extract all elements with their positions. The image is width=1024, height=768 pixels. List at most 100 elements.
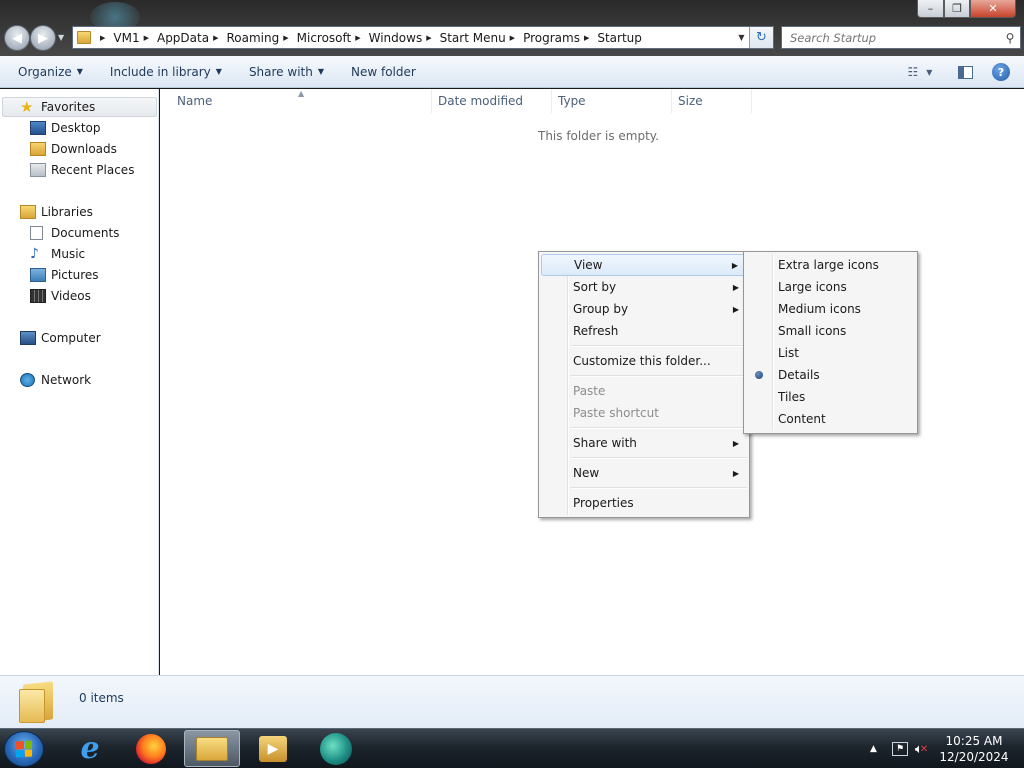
column-header-type[interactable]: Type — [552, 89, 672, 113]
back-button[interactable]: ◀ — [4, 25, 30, 51]
column-header-name[interactable]: Name — [160, 89, 432, 113]
menu-item-refresh[interactable]: Refresh — [541, 320, 747, 342]
taskbar-windows-explorer[interactable] — [184, 730, 240, 767]
breadcrumb-vm1[interactable]: VM1 — [113, 31, 139, 45]
music-icon: ♪ — [30, 246, 39, 262]
view-option-small-icons[interactable]: Small icons — [746, 320, 915, 342]
menu-item-share-with[interactable]: Share with ▶ — [541, 432, 747, 454]
taskbar-media-player[interactable]: ▶ — [245, 730, 301, 767]
chevron-right-icon[interactable]: ▶ — [100, 34, 105, 42]
nav-favorites-label: Favorites — [41, 100, 96, 114]
nav-desktop[interactable]: Desktop — [30, 118, 101, 138]
menu-item-customize-folder[interactable]: Customize this folder... — [541, 350, 747, 372]
view-option-large-icons[interactable]: Large icons — [746, 276, 915, 298]
view-option-content[interactable]: Content — [746, 408, 915, 430]
nav-videos[interactable]: Videos — [30, 286, 91, 306]
refresh-button[interactable]: ↻ — [749, 27, 773, 48]
breadcrumb-roaming[interactable]: Roaming — [226, 31, 279, 45]
breadcrumb-microsoft[interactable]: Microsoft — [297, 31, 352, 45]
nav-documents[interactable]: Documents — [30, 223, 119, 243]
tray-volume[interactable]: 🔈︎ ✕ — [915, 729, 928, 768]
view-submenu: Extra large icons Large icons Medium ico… — [743, 251, 918, 434]
include-in-library-button[interactable]: Include in library ▼ — [101, 65, 231, 79]
start-button[interactable] — [4, 731, 44, 767]
nav-recent-places[interactable]: Recent Places — [30, 160, 134, 180]
menu-item-sort-by[interactable]: Sort by ▶ — [541, 276, 747, 298]
minimize-button[interactable]: – — [917, 0, 944, 18]
menu-item-new[interactable]: New ▶ — [541, 462, 747, 484]
view-option-extra-large-icons[interactable]: Extra large icons — [746, 254, 915, 276]
taskbar-firefox[interactable] — [123, 730, 179, 767]
view-option-details[interactable]: Details — [746, 364, 915, 386]
taskbar-app[interactable] — [308, 730, 364, 767]
chevron-right-icon[interactable]: ▶ — [355, 34, 360, 42]
menu-item-sort-by-label: Sort by — [573, 280, 617, 294]
help-button[interactable]: ? — [991, 62, 1011, 82]
address-bar[interactable]: ▶ VM1 ▶ AppData ▶ Roaming ▶ Microsoft ▶ … — [72, 26, 774, 49]
column-header-size[interactable]: Size — [672, 89, 752, 113]
maximize-button[interactable]: ❐ — [944, 0, 970, 18]
taskbar: e ▶ ▲ ⚑ 🔈︎ ✕ 10:25 AM 12/20/2024 — [0, 728, 1024, 768]
nav-music[interactable]: ♪ Music — [30, 244, 85, 264]
close-button[interactable]: ✕ — [970, 0, 1016, 18]
nav-favorites[interactable]: ★ Favorites — [20, 97, 95, 117]
computer-icon — [20, 331, 36, 345]
nav-videos-label: Videos — [51, 289, 91, 303]
breadcrumb-programs[interactable]: Programs — [523, 31, 580, 45]
arrow-right-icon: ▶ — [38, 30, 48, 46]
chevron-right-icon[interactable]: ▶ — [283, 34, 288, 42]
folder-icon — [77, 31, 91, 44]
menu-item-view[interactable]: View ▶ — [541, 254, 747, 276]
nav-computer[interactable]: Computer — [20, 328, 101, 348]
organize-button[interactable]: Organize ▼ — [9, 65, 92, 79]
view-option-label: Extra large icons — [778, 258, 879, 272]
search-input[interactable] — [790, 30, 1000, 45]
menu-item-properties[interactable]: Properties — [541, 492, 747, 514]
desktop-icon — [30, 121, 46, 135]
view-option-medium-icons[interactable]: Medium icons — [746, 298, 915, 320]
column-header-date-modified[interactable]: Date modified — [432, 89, 552, 113]
breadcrumb-start-menu[interactable]: Start Menu — [440, 31, 506, 45]
chevron-right-icon[interactable]: ▶ — [426, 34, 431, 42]
address-history-dropdown[interactable]: ▼ — [733, 33, 749, 42]
nav-libraries[interactable]: Libraries — [20, 202, 93, 222]
breadcrumb-windows[interactable]: Windows — [369, 31, 423, 45]
tray-action-center[interactable]: ⚑ — [892, 729, 908, 768]
title-bar: ◀ ▶ ▼ ▶ VM1 ▶ AppData ▶ Roaming ▶ Micros… — [0, 0, 1024, 56]
nav-downloads[interactable]: Downloads — [30, 139, 117, 159]
new-folder-button[interactable]: New folder — [342, 65, 425, 79]
caret-down-icon: ▼ — [317, 67, 324, 76]
view-option-tiles[interactable]: Tiles — [746, 386, 915, 408]
preview-pane-button[interactable] — [955, 62, 975, 82]
menu-separator — [571, 345, 747, 347]
breadcrumb-startup[interactable]: Startup — [597, 31, 642, 45]
nav-pictures[interactable]: Pictures — [30, 265, 99, 285]
nav-recent-places-label: Recent Places — [51, 163, 135, 177]
caret-down-icon: ▼ — [926, 67, 933, 77]
chevron-right-icon[interactable]: ▶ — [144, 34, 149, 42]
recent-places-icon — [30, 163, 46, 177]
forward-button[interactable]: ▶ — [30, 25, 56, 51]
chevron-right-icon[interactable]: ▶ — [213, 34, 218, 42]
column-header-name-label: Name — [177, 94, 213, 108]
change-view-button[interactable]: ☷ ▼ — [900, 62, 940, 82]
view-option-list[interactable]: List — [746, 342, 915, 364]
nav-network[interactable]: Network — [20, 370, 91, 390]
chevron-right-icon[interactable]: ▶ — [584, 34, 589, 42]
firefox-icon — [136, 733, 166, 764]
search-icon[interactable]: ⚲ — [1000, 31, 1020, 45]
flag-icon: ⚑ — [892, 742, 908, 756]
search-box[interactable]: ⚲ — [781, 26, 1021, 49]
recent-pages-dropdown[interactable]: ▼ — [58, 33, 66, 43]
taskbar-internet-explorer[interactable]: e — [62, 730, 118, 767]
details-pane: 0 items — [0, 675, 1024, 728]
network-icon — [20, 373, 35, 387]
taskbar-clock[interactable]: 10:25 AM 12/20/2024 — [936, 733, 1012, 765]
breadcrumb-appdata[interactable]: AppData — [157, 31, 209, 45]
menu-item-group-by[interactable]: Group by ▶ — [541, 298, 747, 320]
help-icon: ? — [992, 63, 1010, 81]
share-with-button[interactable]: Share with ▼ — [240, 65, 333, 79]
nav-libraries-label: Libraries — [41, 205, 93, 219]
show-hidden-icons-button[interactable]: ▲ — [870, 729, 877, 768]
chevron-right-icon[interactable]: ▶ — [510, 34, 515, 42]
